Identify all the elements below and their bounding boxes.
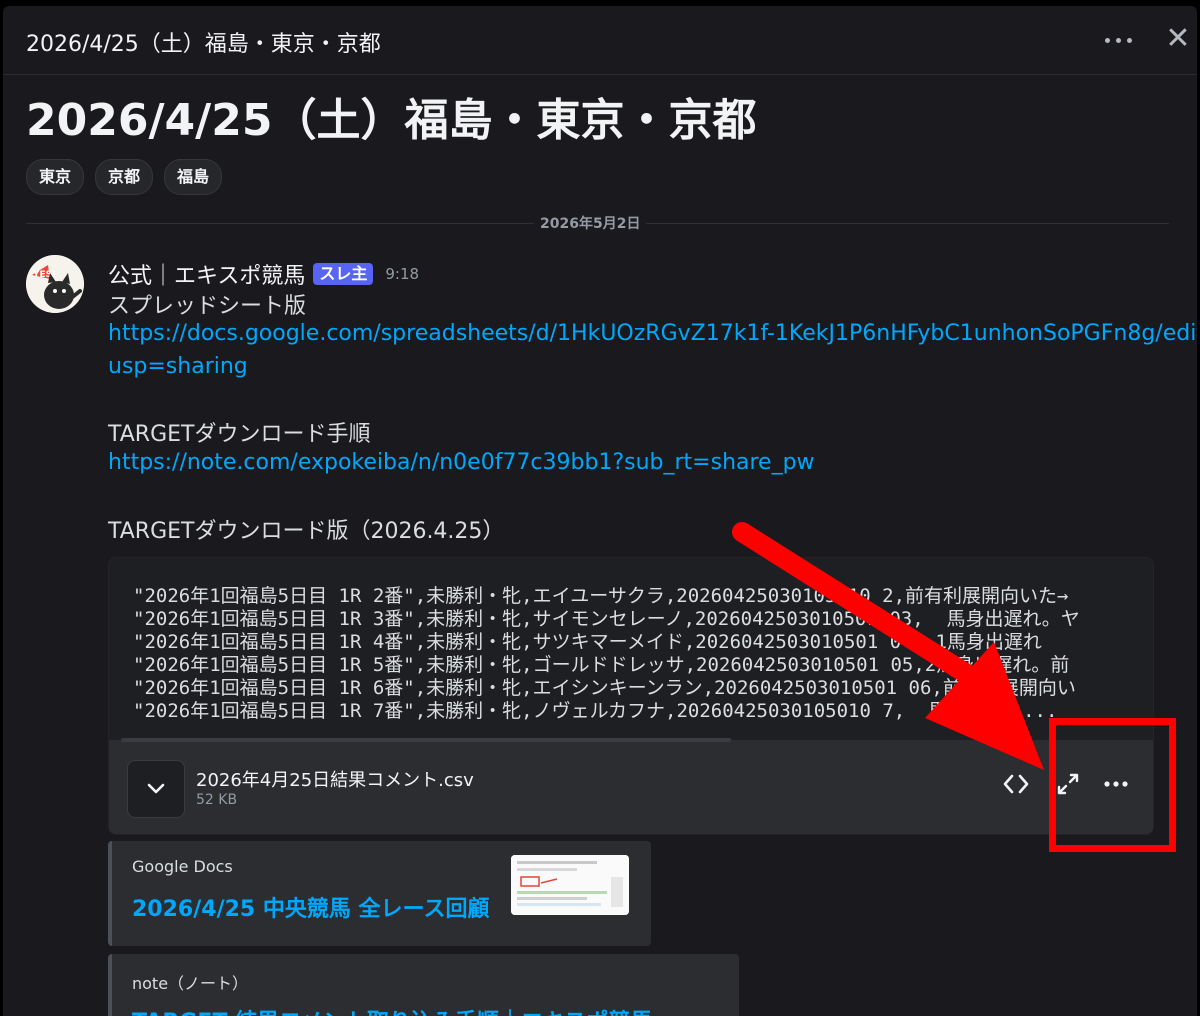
more-horizontal-icon[interactable]: [1101, 26, 1137, 54]
date-divider: 2026年5月2日: [534, 213, 647, 235]
code-icon: [1003, 774, 1029, 794]
thread-panel: 2026/4/25（土）福島・東京・京都 ✕ 2026/4/25（土）福島・東京…: [3, 6, 1197, 1016]
expand-preview-button[interactable]: [127, 760, 185, 818]
author-name[interactable]: 公式｜エキスポ競馬: [108, 258, 305, 290]
link-embed-note[interactable]: note（ノート） TARGET 結果コメント取り込み手順｜エキスポ競馬: [108, 954, 739, 1016]
csv-line: "2026年1回福島5日目 1R 7番",未勝利・牝,ノヴェルカフナ,20260…: [133, 700, 1058, 722]
embed-title[interactable]: 2026/4/25 中央競馬 全レース回顧: [132, 891, 489, 923]
link-embed-google-docs[interactable]: Google Docs 2026/4/25 中央競馬 全レース回顧: [108, 841, 651, 946]
target-link[interactable]: https://note.com/expokeiba/n/n0e0f77c39b…: [108, 450, 815, 475]
annotation-highlight-box: [1049, 718, 1176, 852]
tag-fukushima[interactable]: 福島: [164, 159, 223, 195]
thread-header-title: 2026/4/25（土）福島・東京・京都: [26, 32, 381, 57]
tag-tokyo[interactable]: 東京: [26, 159, 85, 195]
avatar[interactable]: YES!: [26, 255, 84, 313]
close-icon[interactable]: ✕: [1163, 22, 1193, 56]
thread-header: 2026/4/25（土）福島・東京・京都 ✕: [3, 6, 1197, 75]
embed-thumbnail[interactable]: [511, 855, 629, 915]
chevron-down-icon: [147, 783, 165, 794]
embed-provider: note（ノート）: [132, 974, 249, 993]
csv-preview: "2026年1回福島5日目 1R 2番",未勝利・牝,エイユーサクラ,20260…: [109, 558, 1153, 740]
sheet-link[interactable]: https://docs.google.com/spreadsheets/d/1…: [108, 321, 1197, 346]
sheet-heading: スプレッドシート版: [108, 294, 307, 319]
view-source-button[interactable]: [996, 764, 1036, 804]
embed-title[interactable]: TARGET 結果コメント取り込み手順｜エキスポ競馬: [132, 1004, 652, 1016]
page-title: 2026/4/25（土）福島・東京・京都: [26, 95, 757, 146]
embed-provider: Google Docs: [132, 857, 233, 876]
op-badge: スレ主: [313, 263, 374, 285]
tag-list: 東京 京都 福島: [26, 159, 223, 195]
horizontal-scrollbar[interactable]: [121, 738, 731, 742]
message-time: 9:18: [385, 265, 420, 283]
target-heading: TARGETダウンロード手順: [108, 422, 371, 447]
message-author-row: 公式｜エキスポ競馬 スレ主 9:18: [108, 258, 419, 290]
file-size: 52 KB: [196, 792, 238, 808]
file-attachment: "2026年1回福島5日目 1R 2番",未勝利・牝,エイユーサクラ,20260…: [108, 557, 1154, 835]
download-heading: TARGETダウンロード版（2026.4.25）: [108, 519, 505, 544]
tag-kyoto[interactable]: 京都: [95, 159, 154, 195]
file-name[interactable]: 2026年4月25日結果コメント.csv: [196, 766, 474, 792]
sheet-link-continued[interactable]: usp=sharing: [108, 354, 248, 379]
